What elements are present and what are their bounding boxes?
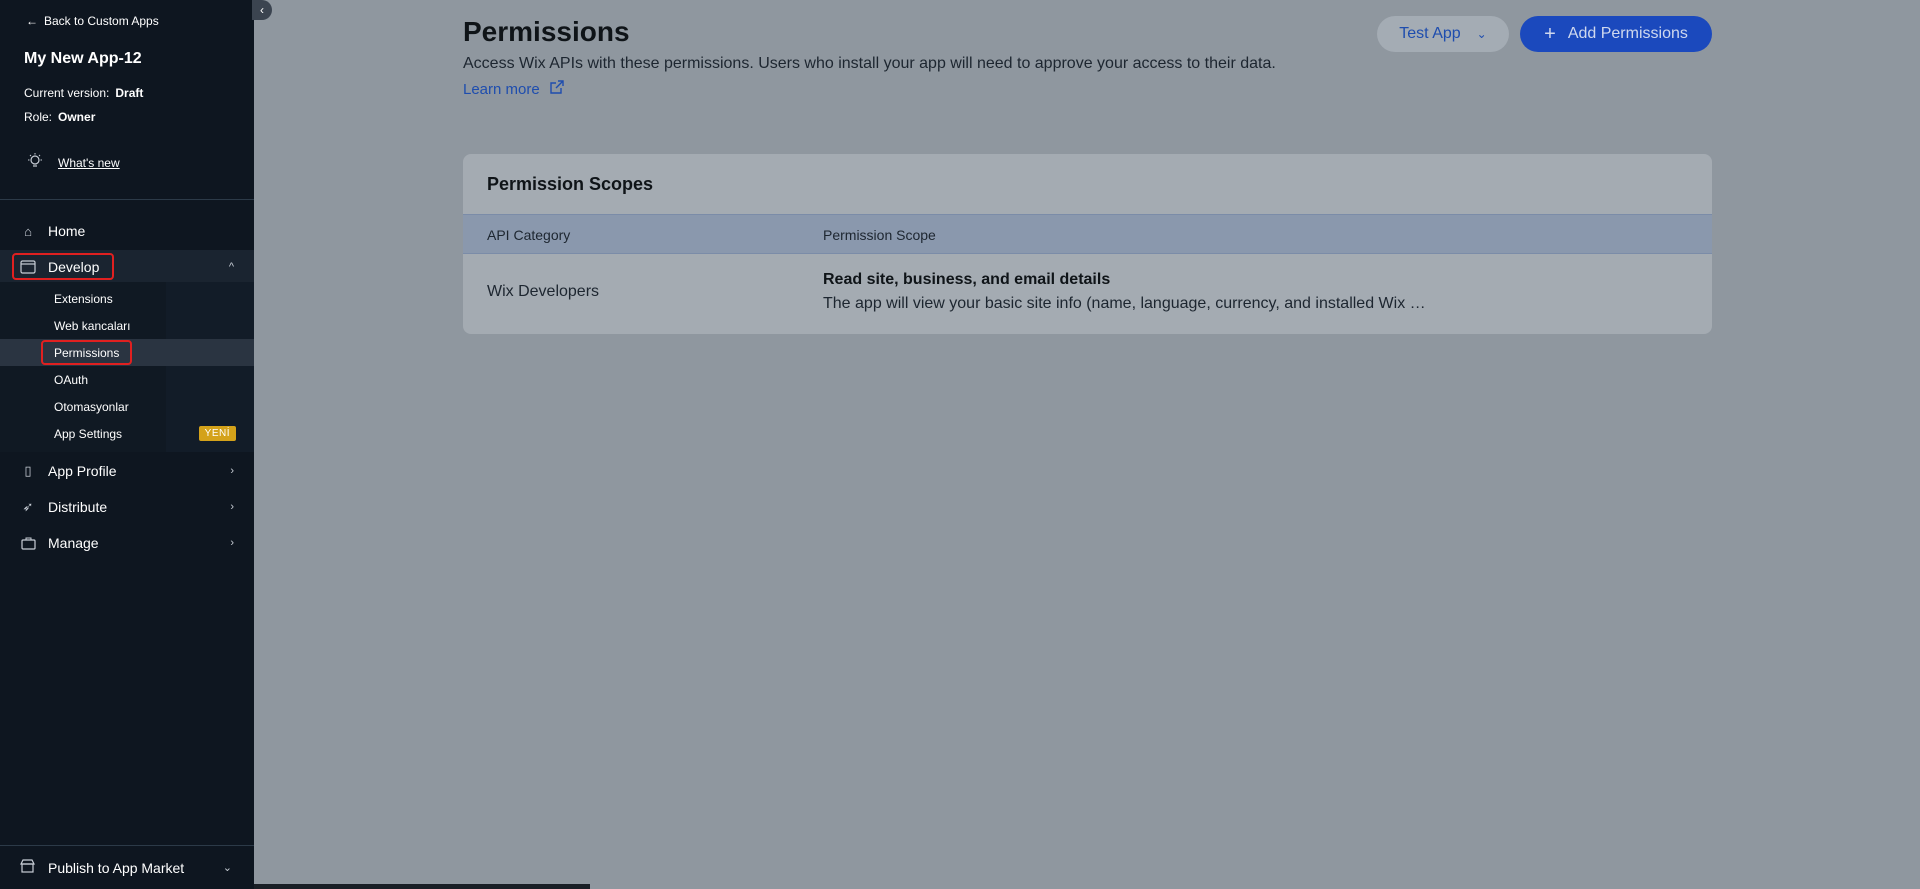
back-link-label: Back to Custom Apps bbox=[44, 14, 159, 28]
subitem-label: Web kancaları bbox=[54, 318, 131, 333]
table-header: API Category Permission Scope bbox=[463, 214, 1712, 254]
scope-description: The app will view your basic site info (… bbox=[823, 295, 1426, 312]
version-value: Draft bbox=[115, 86, 144, 100]
store-icon bbox=[20, 859, 35, 876]
sidebar-item-home[interactable]: ⌂ Home bbox=[0, 214, 254, 248]
learn-more-label: Learn more bbox=[463, 80, 540, 98]
whats-new-label: What's new bbox=[58, 155, 120, 170]
sidebar-subitem-webhooks[interactable]: Web kancaları bbox=[0, 312, 254, 339]
add-permissions-button[interactable]: + Add Permissions bbox=[1520, 16, 1712, 52]
sidebar-item-label: Distribute bbox=[48, 499, 108, 515]
sidebar-subitem-extensions[interactable]: Extensions bbox=[0, 285, 254, 312]
main-content: Permissions Access Wix APIs with these p… bbox=[254, 0, 1920, 889]
role-value: Owner bbox=[58, 110, 96, 124]
table-row[interactable]: Wix Developers Read site, business, and … bbox=[463, 255, 1712, 334]
role-label: Role: bbox=[24, 110, 53, 124]
test-app-dropdown[interactable]: Test App ⌄ bbox=[1377, 16, 1509, 52]
page-description: Access Wix APIs with these permissions. … bbox=[463, 55, 1276, 72]
sidebar-subitem-automations[interactable]: Otomasyonlar bbox=[0, 393, 254, 420]
chevron-right-icon: › bbox=[230, 465, 234, 477]
subitem-label: OAuth bbox=[54, 372, 89, 387]
sidebar-item-manage[interactable]: Manage › bbox=[0, 526, 254, 560]
page-title: Permissions bbox=[463, 16, 630, 47]
subitem-label: Extensions bbox=[54, 291, 113, 306]
publish-to-app-market-button[interactable]: Publish to App Market ⌄ bbox=[0, 845, 254, 889]
divider bbox=[0, 199, 254, 200]
chevron-left-icon: ‹ bbox=[260, 3, 264, 17]
test-app-label: Test App bbox=[1399, 25, 1461, 42]
sidebar-item-app-profile[interactable]: ▯ App Profile › bbox=[0, 454, 254, 488]
role: Role: Owner bbox=[24, 110, 95, 124]
external-link-icon bbox=[550, 80, 564, 98]
sidebar-subitem-app-settings[interactable]: App Settings YENİ bbox=[0, 420, 254, 447]
whats-new-link[interactable]: What's new bbox=[26, 152, 120, 173]
permissions-highlight-box bbox=[41, 340, 132, 365]
app-name: My New App-12 bbox=[24, 50, 142, 67]
home-icon: ⌂ bbox=[24, 223, 32, 239]
develop-highlight-box bbox=[12, 253, 114, 280]
add-permissions-label: Add Permissions bbox=[1567, 25, 1688, 42]
sidebar-item-label: Home bbox=[48, 223, 86, 239]
current-version: Current version: Draft bbox=[24, 86, 143, 100]
api-category-cell: Wix Developers bbox=[487, 283, 600, 300]
chevron-right-icon: › bbox=[230, 537, 234, 549]
learn-more-link[interactable]: Learn more bbox=[463, 80, 564, 98]
bottom-scrollbar[interactable] bbox=[254, 884, 590, 889]
sidebar-item-label: App Profile bbox=[48, 463, 117, 479]
chevron-down-icon: ⌄ bbox=[222, 862, 232, 874]
sidebar-subitem-oauth[interactable]: OAuth bbox=[0, 366, 254, 393]
sidebar-item-label: Manage bbox=[48, 535, 99, 551]
rocket-icon: ➶ bbox=[22, 499, 34, 514]
version-label: Current version: bbox=[24, 86, 110, 100]
arrow-left-icon: ← bbox=[26, 14, 38, 28]
collapse-sidebar-button[interactable]: ‹ bbox=[252, 0, 272, 20]
plus-icon: + bbox=[1544, 22, 1556, 45]
card-title: Permission Scopes bbox=[487, 174, 654, 194]
subitem-label: App Settings bbox=[54, 426, 123, 441]
document-icon: ▯ bbox=[24, 463, 32, 478]
briefcase-icon bbox=[20, 535, 36, 551]
chevron-right-icon: › bbox=[230, 501, 234, 513]
permission-scopes-card: Permission Scopes API Category Permissio… bbox=[463, 154, 1712, 334]
scope-title: Read site, business, and email details bbox=[823, 271, 1111, 288]
publish-label: Publish to App Market bbox=[48, 859, 185, 876]
back-to-custom-apps-link[interactable]: ← Back to Custom Apps bbox=[26, 14, 159, 28]
sidebar-item-distribute[interactable]: ➶ Distribute › bbox=[0, 490, 254, 524]
column-header-api-category: API Category bbox=[487, 227, 571, 243]
chevron-down-icon: ⌄ bbox=[1476, 27, 1487, 41]
column-header-permission-scope: Permission Scope bbox=[823, 227, 936, 243]
new-badge: YENİ bbox=[198, 426, 236, 441]
chevron-up-icon: ^ bbox=[228, 261, 234, 273]
sidebar: ← Back to Custom Apps My New App-12 Curr… bbox=[0, 0, 254, 889]
lightbulb-icon bbox=[26, 152, 44, 173]
subitem-label: Otomasyonlar bbox=[54, 399, 129, 414]
